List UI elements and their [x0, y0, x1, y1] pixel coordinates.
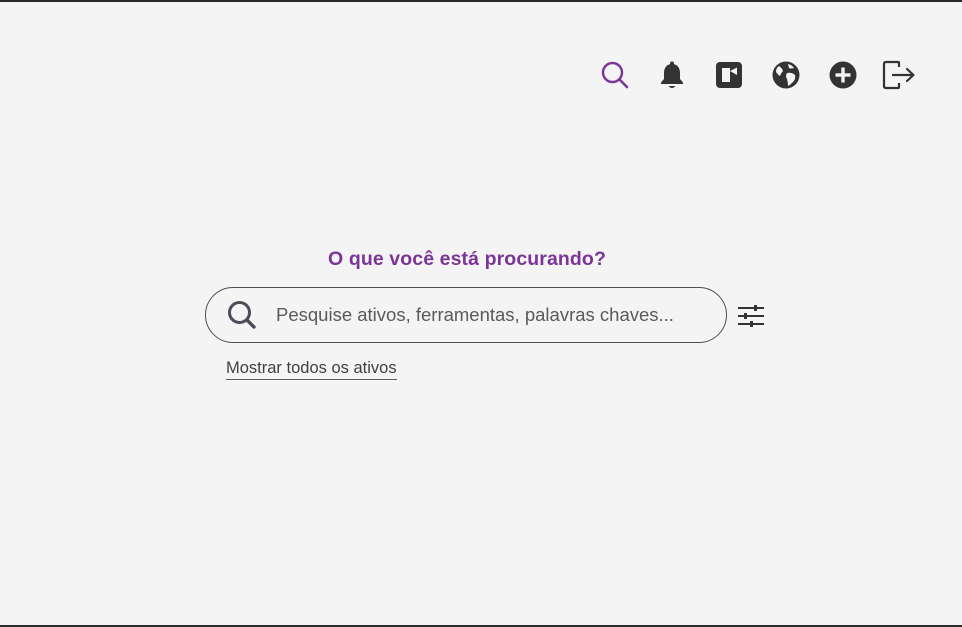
bell-icon [661, 61, 683, 88]
filter-sliders-icon [738, 305, 764, 327]
logout-button[interactable] [882, 57, 918, 93]
search-button[interactable] [597, 57, 633, 93]
search-bar[interactable] [205, 287, 727, 343]
show-all-assets-link[interactable]: Mostrar todos os ativos [226, 358, 397, 380]
language-button[interactable] [768, 57, 804, 93]
notifications-button[interactable] [654, 57, 690, 93]
search-icon [601, 61, 629, 89]
app-frame: O que você está procurando? Mostrar todo… [0, 0, 962, 627]
add-button[interactable] [825, 57, 861, 93]
media-button[interactable] [711, 57, 747, 93]
search-icon [226, 299, 258, 331]
globe-icon [772, 61, 800, 89]
add-circle-icon [829, 61, 857, 89]
search-input[interactable] [274, 303, 698, 327]
page-title: O que você está procurando? [328, 248, 606, 270]
video-icon [716, 62, 742, 88]
logout-icon [882, 60, 915, 90]
top-toolbar [597, 57, 918, 93]
filter-button[interactable] [735, 301, 767, 331]
